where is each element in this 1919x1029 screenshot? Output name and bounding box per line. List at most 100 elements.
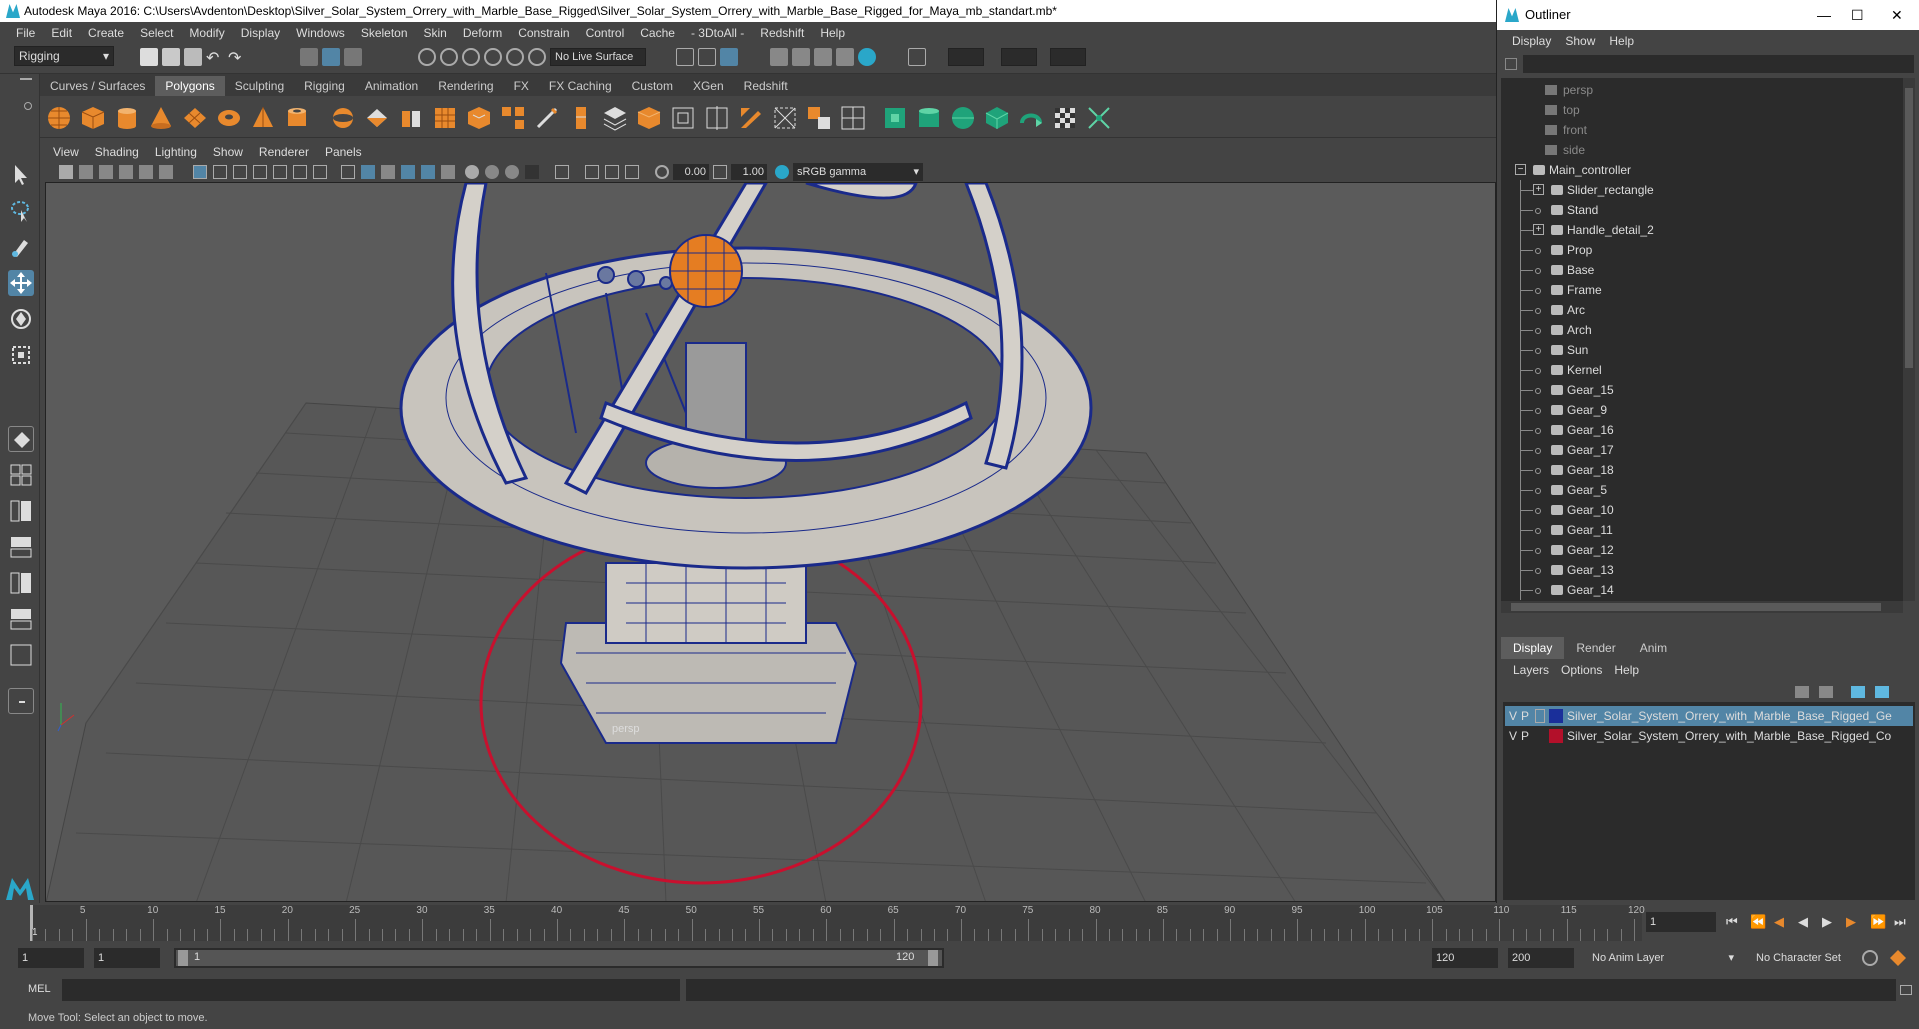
tab-render-layers[interactable]: Render (1564, 637, 1627, 659)
maximize-icon[interactable]: ☐ (1851, 0, 1864, 30)
separate-icon[interactable] (364, 105, 390, 131)
outliner-search-input[interactable] (1523, 55, 1914, 73)
tab-curves-surfaces[interactable]: Curves / Surfaces (40, 76, 155, 96)
layer-playback-toggle[interactable]: P (1521, 726, 1529, 746)
film-gate-icon[interactable] (213, 165, 227, 179)
outliner-child-item[interactable]: Base (1501, 260, 1903, 280)
outliner-menu-help[interactable]: Help (1602, 34, 1641, 48)
gamma-icon[interactable] (713, 165, 727, 179)
snap-point-icon[interactable] (462, 48, 480, 66)
gate-mask-icon[interactable] (253, 165, 267, 179)
anti-aliasing-icon[interactable] (525, 165, 539, 179)
menu-modify[interactable]: Modify (181, 26, 232, 40)
snap-view-icon[interactable] (484, 48, 502, 66)
command-language-label[interactable]: MEL (28, 983, 51, 995)
outliner-child-item[interactable]: Gear_13 (1501, 560, 1903, 580)
menu-edit[interactable]: Edit (43, 26, 80, 40)
grease-pencil-icon[interactable] (159, 165, 173, 179)
play-backward-icon[interactable]: ◀ (1798, 914, 1808, 930)
display-layer-row[interactable]: V P Silver_Solar_System_Orrery_with_Marb… (1505, 706, 1913, 726)
menu-skeleton[interactable]: Skeleton (353, 26, 416, 40)
symmetry-icon[interactable] (908, 48, 926, 66)
tab-rendering[interactable]: Rendering (428, 76, 503, 96)
outliner-vertical-scrollbar[interactable] (1903, 78, 1915, 601)
ambient-occlusion-icon[interactable] (485, 165, 499, 179)
bookmark-icon[interactable] (99, 165, 113, 179)
crease-icon[interactable] (772, 105, 798, 131)
layer-visibility-toggle[interactable]: V (1509, 726, 1517, 746)
lights-icon[interactable] (441, 165, 455, 179)
rotate-tool-icon[interactable] (8, 306, 34, 332)
time-ruler[interactable]: 1 5 10 15 20 25 30 35 40 45 50 55 60 65 70 75 80 85 90 95 1… (30, 905, 1645, 941)
menu-3dtoall[interactable]: - 3DtoAll - (683, 26, 752, 40)
uv-layout-icon[interactable] (8, 606, 34, 632)
auto-uv-icon[interactable] (984, 105, 1010, 131)
menu-display[interactable]: Display (233, 26, 288, 40)
extrude-icon[interactable] (568, 105, 594, 131)
layer-color-swatch[interactable] (1549, 709, 1563, 723)
outliner-hscroll-thumb[interactable] (1511, 603, 1881, 611)
wireframe-icon[interactable] (341, 165, 355, 179)
output-ops-icon[interactable] (698, 48, 716, 66)
outliner-camera-item[interactable]: front (1501, 120, 1903, 140)
outliner-child-item[interactable]: + Handle_detail_2 (1501, 220, 1903, 240)
range-start-grip[interactable] (178, 950, 188, 966)
tab-xgen[interactable]: XGen (683, 76, 734, 96)
layer-menu-help[interactable]: Help (1608, 663, 1645, 677)
poly-cone-icon[interactable] (148, 105, 174, 131)
fill-hole-icon[interactable] (636, 105, 662, 131)
layer-color-swatch[interactable] (1549, 729, 1563, 743)
step-forward-key-icon[interactable]: ⏩ (1870, 914, 1886, 930)
snap-curve-icon[interactable] (440, 48, 458, 66)
redo-icon[interactable]: ↷ (228, 48, 246, 67)
exposure-icon[interactable] (655, 165, 669, 179)
default-material-icon[interactable] (381, 165, 395, 179)
layer-type-toggle[interactable] (1535, 729, 1545, 743)
mode-selector[interactable]: Rigging ▾ (14, 46, 114, 66)
hypershade-icon[interactable] (858, 48, 876, 66)
view-transform-select[interactable]: sRGB gamma ▾ (793, 163, 923, 181)
outliner-camera-item[interactable]: persp (1501, 80, 1903, 100)
layer-menu-layers[interactable]: Layers (1507, 663, 1555, 677)
outliner-vscroll-thumb[interactable] (1905, 88, 1913, 368)
new-scene-icon[interactable] (140, 48, 158, 66)
poly-pipe-icon[interactable] (284, 105, 310, 131)
outliner-child-item[interactable]: Gear_10 (1501, 500, 1903, 520)
viewport-menu-show[interactable]: Show (205, 145, 251, 159)
display-layer-row[interactable]: V P Silver_Solar_System_Orrery_with_Marb… (1505, 726, 1913, 746)
single-perspective-layout-icon[interactable] (8, 426, 34, 452)
select-object-icon[interactable] (322, 48, 340, 66)
combine-icon[interactable] (330, 105, 356, 131)
current-frame-field[interactable]: 1 (1646, 912, 1716, 932)
bool-difference-icon[interactable] (840, 105, 866, 131)
poly-cube-icon[interactable] (80, 105, 106, 131)
select-tool-icon[interactable] (8, 162, 34, 188)
select-hierarchy-icon[interactable] (300, 48, 318, 66)
layer-visibility-toggle[interactable]: V (1509, 706, 1517, 726)
select-camera-icon[interactable] (59, 165, 73, 179)
isolate-select-icon[interactable] (555, 165, 569, 179)
menu-create[interactable]: Create (80, 26, 132, 40)
x-field[interactable] (948, 48, 984, 66)
script-editor-icon[interactable] (1900, 985, 1912, 995)
menu-cache[interactable]: Cache (632, 26, 683, 40)
gamma-field[interactable]: 1.00 (731, 164, 767, 180)
cylindrical-uv-icon[interactable] (916, 105, 942, 131)
outliner-child-item[interactable]: Gear_11 (1501, 520, 1903, 540)
tab-display-layers[interactable]: Display (1501, 637, 1565, 659)
outliner-horizontal-scrollbar[interactable] (1501, 601, 1903, 613)
outliner-child-item[interactable]: Gear_15 (1501, 380, 1903, 400)
bevel-icon[interactable] (466, 105, 492, 131)
outliner-child-item[interactable]: Arch (1501, 320, 1903, 340)
outliner-child-item[interactable]: Stand (1501, 200, 1903, 220)
menu-redshift[interactable]: Redshift (752, 26, 812, 40)
field-chart-icon[interactable] (273, 165, 287, 179)
insert-edge-loop-icon[interactable] (704, 105, 730, 131)
menu-windows[interactable]: Windows (288, 26, 353, 40)
textured-icon[interactable] (421, 165, 435, 179)
input-ops-icon[interactable] (676, 48, 694, 66)
smooth-icon[interactable] (432, 105, 458, 131)
range-slider-handle[interactable]: 1 120 (176, 950, 942, 966)
exposure-field[interactable]: 0.00 (673, 164, 709, 180)
poly-sphere-icon[interactable] (46, 105, 72, 131)
